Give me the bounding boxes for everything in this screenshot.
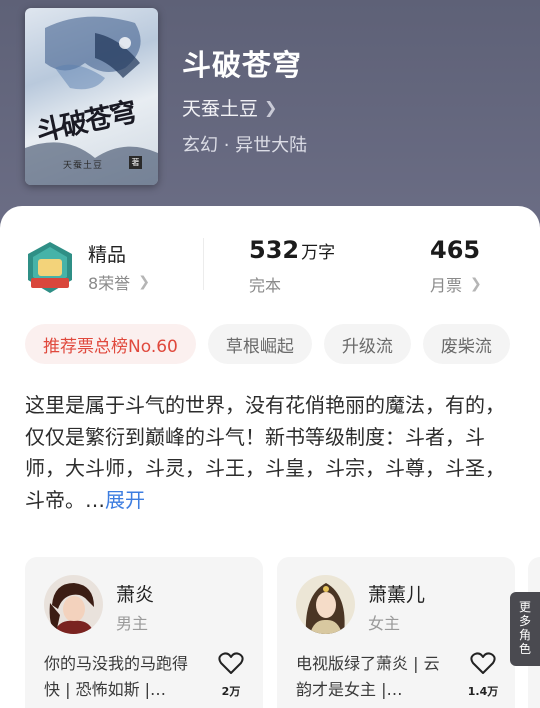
chevron-right-icon: ❯: [264, 98, 278, 117]
honors-count: 8荣誉: [88, 274, 131, 293]
book-cover[interactable]: 斗破苍穹 天蚕土豆 著: [25, 8, 158, 185]
character-name: 萧薰儿: [368, 584, 426, 606]
author-link[interactable]: 天蚕土豆 ❯: [182, 94, 277, 121]
quality-badge-icon: [25, 240, 75, 296]
character-card[interactable]: 萧薰儿 女主 电视版绿了萧炎 | 云韵才是女主 |… 1.4万: [277, 557, 515, 708]
expand-link[interactable]: 展开: [105, 488, 145, 512]
author-name: 天蚕土豆: [182, 98, 259, 120]
chevron-right-icon: ❯: [470, 276, 482, 292]
book-detail-sheet: 精品 8荣誉 ❯ 532 万字 完本 465 月票 ❯ 推荐票总榜No.60 草根…: [0, 206, 540, 708]
avatar: [44, 575, 103, 634]
cover-seal: 著: [129, 156, 142, 169]
quality-label: 精品: [88, 244, 127, 266]
like-count: 1.4万: [467, 685, 499, 698]
book-description: 这里是属于斗气的世界，没有花俏艳丽的魔法，有的，仅仅是繁衍到巅峰的斗气！新书等级…: [25, 390, 517, 516]
like-count: 2万: [221, 685, 241, 698]
avatar: [296, 575, 355, 634]
tag-list: 推荐票总榜No.60 草根崛起 升级流 废柴流: [25, 324, 510, 364]
book-status: 完本: [249, 276, 282, 295]
stats-divider: [203, 238, 204, 290]
more-characters-button[interactable]: 更多角色: [510, 592, 540, 666]
tag-item[interactable]: 升级流: [323, 324, 411, 364]
heart-icon: [470, 652, 496, 674]
description-text: 这里是属于斗气的世界，没有花俏艳丽的魔法，有的，仅仅是繁衍到巅峰的斗气！新书等级…: [25, 393, 505, 512]
word-count: 532 万字: [249, 236, 335, 264]
character-description: 你的马没我的马跑得快 | 恐怖如斯 |…: [44, 654, 189, 699]
word-count-value: 532: [249, 236, 300, 264]
character-card[interactable]: 萧炎 男主 你的马没我的马跑得快 | 恐怖如斯 |… 2万: [25, 557, 263, 708]
like-button[interactable]: 1.4万: [467, 651, 499, 699]
monthly-votes-label: 月票: [430, 276, 463, 295]
chevron-right-icon: ❯: [138, 274, 150, 290]
heart-icon: [218, 652, 244, 674]
tag-item[interactable]: 草根崛起: [207, 324, 312, 364]
monthly-votes: 465: [430, 236, 481, 264]
book-genre: 玄幻 · 异世大陆: [182, 135, 308, 156]
word-count-unit: 万字: [301, 243, 336, 263]
character-role: 女主: [368, 614, 401, 633]
like-button[interactable]: 2万: [215, 651, 247, 699]
character-name: 萧炎: [116, 584, 155, 606]
stats-row: 精品 8荣誉 ❯ 532 万字 完本 465 月票 ❯: [0, 206, 540, 306]
cover-author-art: 天蚕土豆: [63, 161, 104, 171]
monthly-votes-link[interactable]: 月票 ❯: [430, 272, 482, 296]
tag-item[interactable]: 废柴流: [422, 324, 510, 364]
tag-rank[interactable]: 推荐票总榜No.60: [25, 324, 196, 364]
book-title: 斗破苍穹: [182, 48, 303, 82]
character-description: 电视版绿了萧炎 | 云韵才是女主 |…: [296, 654, 440, 699]
honors-link[interactable]: 8荣誉 ❯: [88, 270, 150, 294]
character-role: 男主: [116, 614, 149, 633]
